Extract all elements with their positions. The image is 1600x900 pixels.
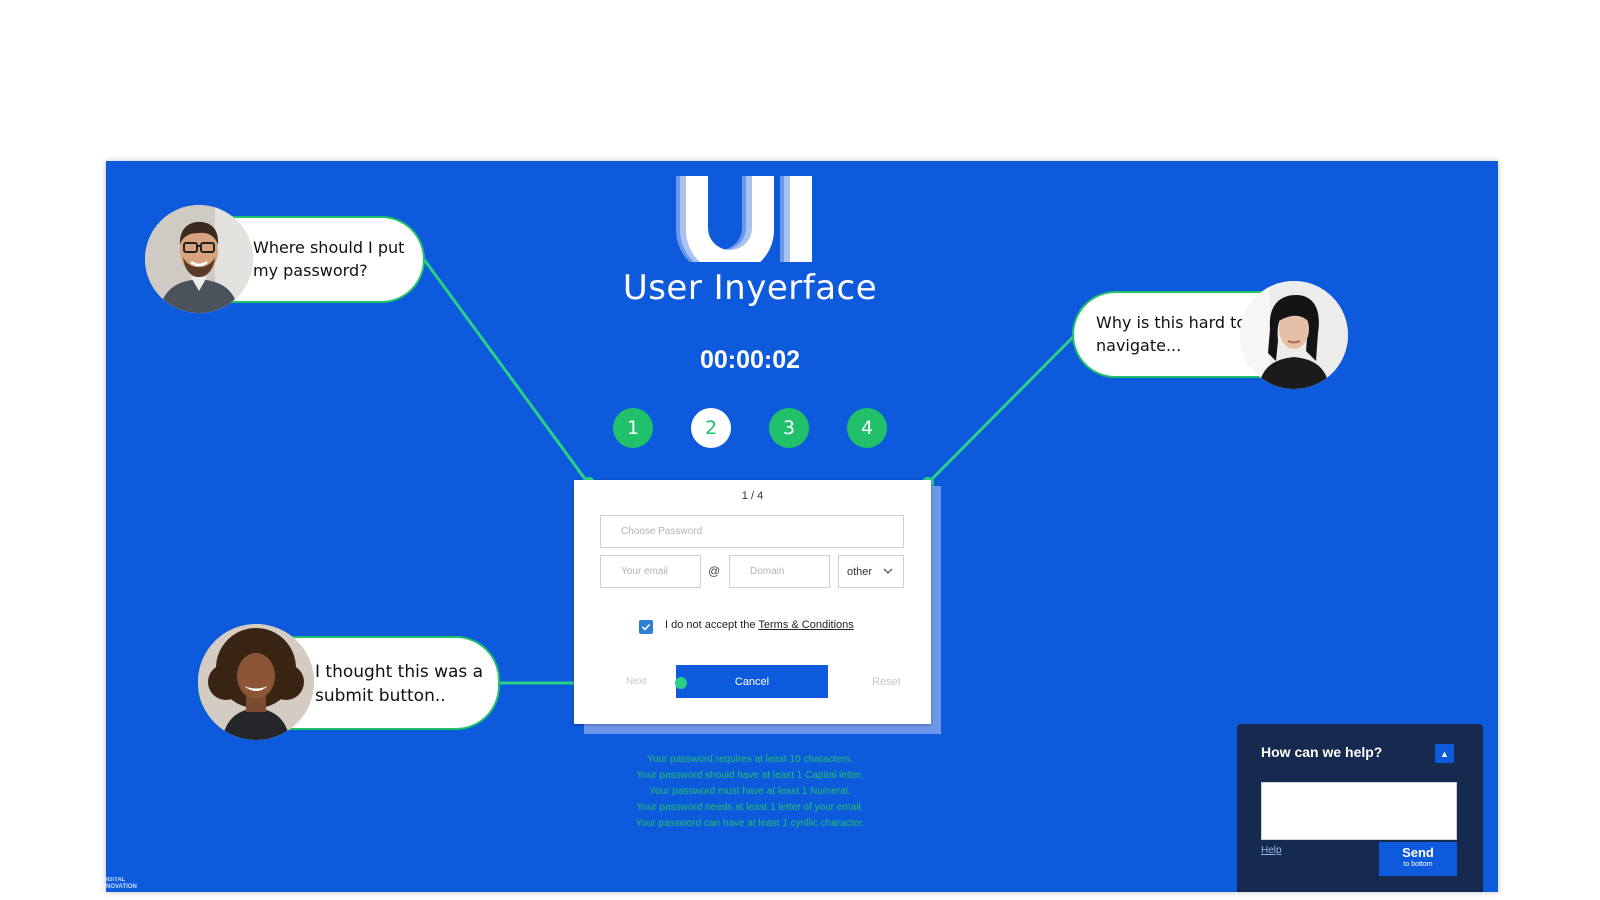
help-chat-widget: How can we help? ▲ Help Send to bottom <box>1237 724 1483 892</box>
domain-input[interactable]: Domain <box>729 555 830 588</box>
reset-link[interactable]: Reset <box>872 676 901 688</box>
corner-logo-line: NOVATION <box>106 884 137 890</box>
chat-message-input[interactable] <box>1261 782 1457 840</box>
chat-send-button[interactable]: Send to bottom <box>1379 842 1457 876</box>
send-label: Send <box>1402 845 1434 860</box>
avatar-woman-2 <box>198 624 314 740</box>
send-sublabel: to bottom <box>1403 861 1433 868</box>
bubble-text: I thought this was a submit button.. <box>315 662 484 706</box>
login-card: 1 / 4 Choose Password Your email @ Domai… <box>574 480 931 724</box>
avatar-woman-1 <box>1240 281 1348 389</box>
man-portrait-icon <box>145 205 253 313</box>
tld-select-value: other <box>847 565 873 578</box>
hint-line: Your password must have at least 1 Numer… <box>649 786 851 797</box>
chat-title: How can we help? <box>1261 744 1383 760</box>
cancel-button[interactable]: Cancel <box>676 665 828 698</box>
chat-help-link[interactable]: Help <box>1261 845 1282 856</box>
password-input[interactable]: Choose Password <box>600 515 904 548</box>
email-input[interactable]: Your email <box>600 555 701 588</box>
terms-prefix: I do not accept the <box>665 619 756 631</box>
connector-line-top-right <box>926 332 1078 485</box>
checkmark-icon <box>641 623 651 631</box>
corner-logo: IGITAL NOVATION <box>106 877 137 891</box>
terms-label: I do not accept the Terms & Conditions <box>665 619 854 631</box>
corner-logo-line: IGITAL <box>106 877 126 883</box>
at-sign: @ <box>708 564 721 578</box>
chevron-up-icon[interactable]: ▲ <box>1435 744 1454 763</box>
connector-line-top-left <box>421 257 590 484</box>
hint-line: Your password should have at least 1 Cap… <box>636 770 864 781</box>
woman-portrait-icon <box>1240 281 1348 389</box>
woman-portrait-icon <box>198 624 314 740</box>
tld-select[interactable]: other <box>838 555 904 588</box>
page-indicator: 1 / 4 <box>741 490 764 502</box>
avatar-man <box>145 205 253 313</box>
hint-line: Your password needs at least 1 letter of… <box>636 802 864 813</box>
terms-link[interactable]: Terms & Conditions <box>758 619 853 631</box>
terms-checkbox[interactable] <box>639 620 653 634</box>
chevron-down-icon <box>883 568 893 574</box>
next-link[interactable]: Next <box>626 676 647 687</box>
password-hints: Your password requires at least 10 chara… <box>560 752 940 832</box>
bubble-text: Why is this hard to navigate... <box>1096 313 1247 355</box>
bubble-text: Where should I put my password? <box>253 238 405 280</box>
hint-line: Your password can have at least 1 cyrill… <box>635 818 865 829</box>
hint-line: Your password requires at least 10 chara… <box>647 754 853 765</box>
slide: User Inyerface 00:00:02 1 2 3 4 1 / 4 Ch… <box>0 0 1600 900</box>
